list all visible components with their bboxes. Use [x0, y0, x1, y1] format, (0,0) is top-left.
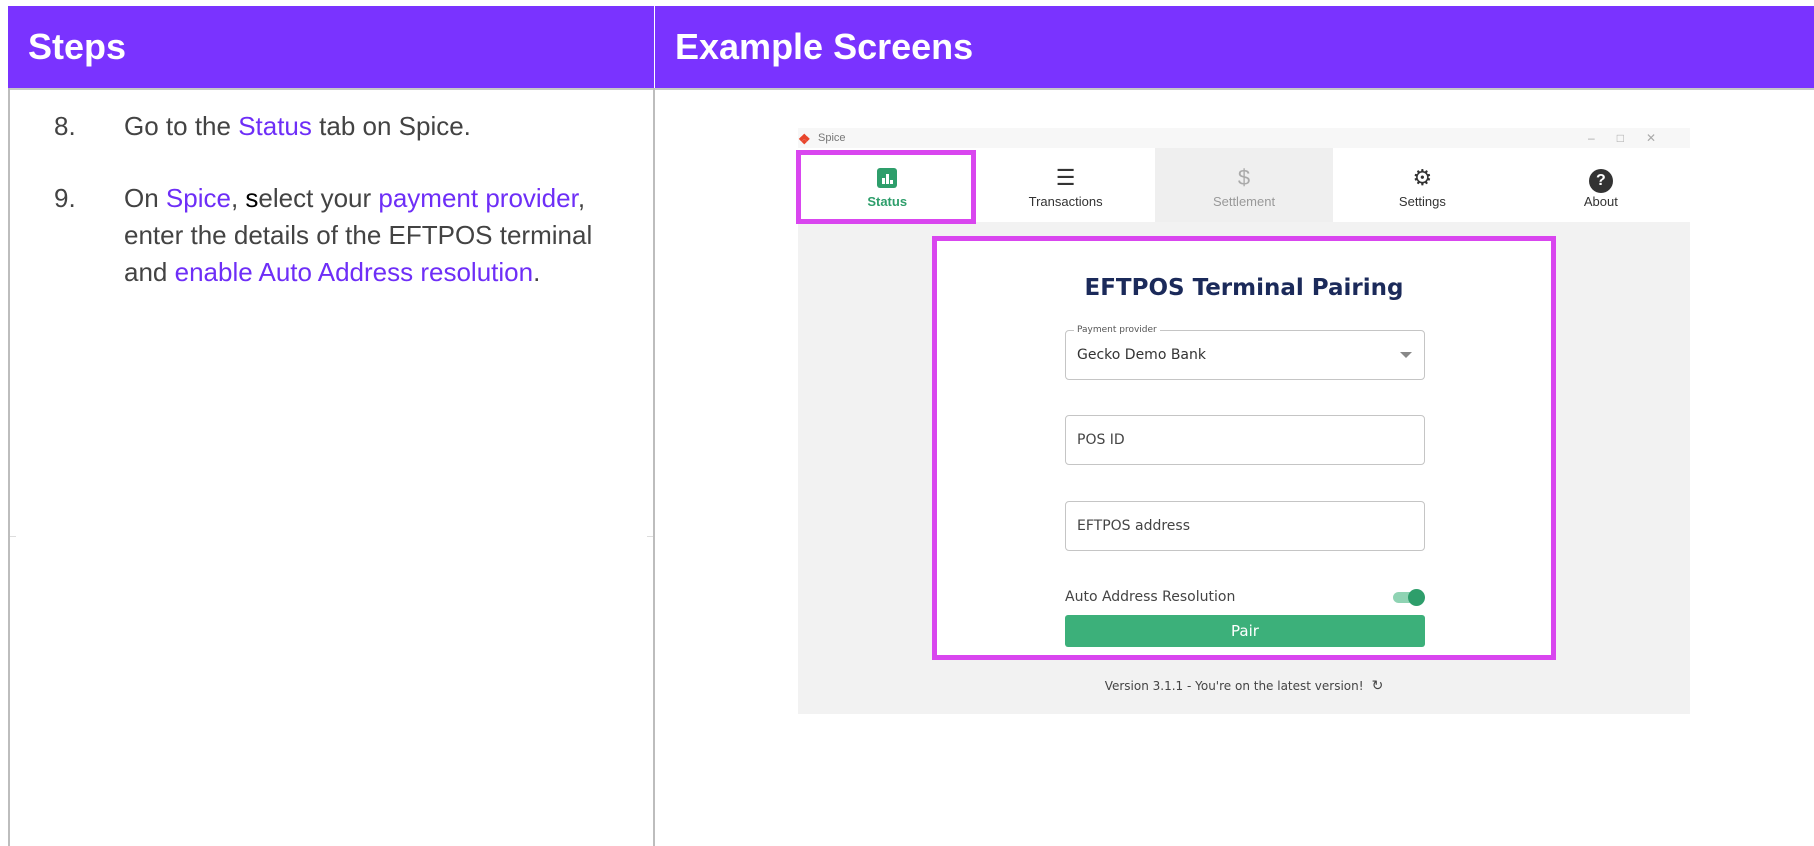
payment-provider-select[interactable]: Payment provider Gecko Demo Bank	[1065, 323, 1425, 380]
auto-address-row: Auto Address Resolution	[1065, 586, 1425, 608]
step-text: Go to the Status tab on Spice.	[124, 111, 471, 141]
step-9: 9. On Spice, select your payment provide…	[54, 180, 634, 291]
pairing-title: EFTPOS Terminal Pairing	[1084, 275, 1404, 301]
refresh-icon[interactable]: ↻	[1372, 678, 1384, 694]
steps-header: Steps	[8, 6, 654, 88]
step-text: On Spice, select your payment provider, …	[124, 183, 593, 287]
auto-address-toggle[interactable]	[1393, 589, 1425, 606]
title-bar: ❖ Spice –□✕	[798, 128, 1690, 148]
tab-about[interactable]: ? About	[1512, 148, 1690, 222]
pos-id-placeholder: POS ID	[1077, 432, 1125, 448]
pair-button[interactable]: Pair	[1065, 615, 1425, 647]
window-controls[interactable]: –□✕	[1588, 128, 1678, 148]
version-status: Version 3.1.1 - You're on the latest ver…	[798, 678, 1690, 694]
checklist-icon: ☰	[1055, 165, 1076, 190]
tab-label: Settlement	[1212, 194, 1276, 209]
example-screens-header: Example Screens	[655, 6, 1814, 88]
status-tab-highlight	[796, 150, 976, 224]
spice-window: ❖ Spice –□✕ Status ☰ Transactions $ Sett…	[796, 128, 1690, 714]
version-text: Version 3.1.1 - You're on the latest ver…	[1104, 679, 1364, 693]
hand-dollar-icon: $	[1237, 165, 1251, 190]
status-link[interactable]: Status	[238, 111, 312, 141]
pairing-card: EFTPOS Terminal Pairing Payment provider…	[932, 236, 1556, 660]
tab-label: About	[1583, 194, 1618, 209]
payment-provider-value: Gecko Demo Bank	[1077, 347, 1206, 363]
payment-provider-label: Payment provider	[1074, 323, 1160, 337]
column-divider	[653, 88, 655, 846]
header-divider	[8, 88, 1814, 90]
tab-settlement[interactable]: $ Settlement	[1154, 148, 1334, 222]
chevron-down-icon	[1400, 352, 1412, 358]
step-8: 8. Go to the Status tab on Spice.	[54, 108, 634, 145]
question-icon: ?	[1512, 164, 1690, 193]
auto-address-link[interactable]: enable Auto Address resolution	[175, 257, 533, 287]
gear-icon: ⚙	[1412, 165, 1433, 190]
row-tick-left	[10, 536, 16, 537]
left-border	[8, 88, 10, 846]
pos-id-input[interactable]: POS ID	[1065, 415, 1425, 465]
tab-transactions[interactable]: ☰ Transactions	[976, 148, 1154, 222]
payment-provider-link[interactable]: payment provider	[378, 183, 577, 213]
tab-label: Settings	[1398, 194, 1446, 209]
tab-settings[interactable]: ⚙ Settings	[1333, 148, 1511, 222]
eftpos-address-input[interactable]: EFTPOS address	[1065, 501, 1425, 551]
step-number: 8.	[54, 111, 76, 141]
tab-label: Transactions	[1028, 194, 1103, 209]
spice-logo-icon: ❖	[798, 131, 811, 147]
spice-link[interactable]: Spice	[166, 183, 231, 213]
row-tick-right	[647, 536, 653, 537]
steps-list: 8. Go to the Status tab on Spice. 9. On …	[54, 108, 634, 326]
step-number: 9.	[54, 183, 76, 213]
auto-address-label: Auto Address Resolution	[1065, 589, 1236, 605]
eftpos-address-placeholder: EFTPOS address	[1077, 518, 1191, 534]
window-title: Spice	[818, 132, 846, 144]
